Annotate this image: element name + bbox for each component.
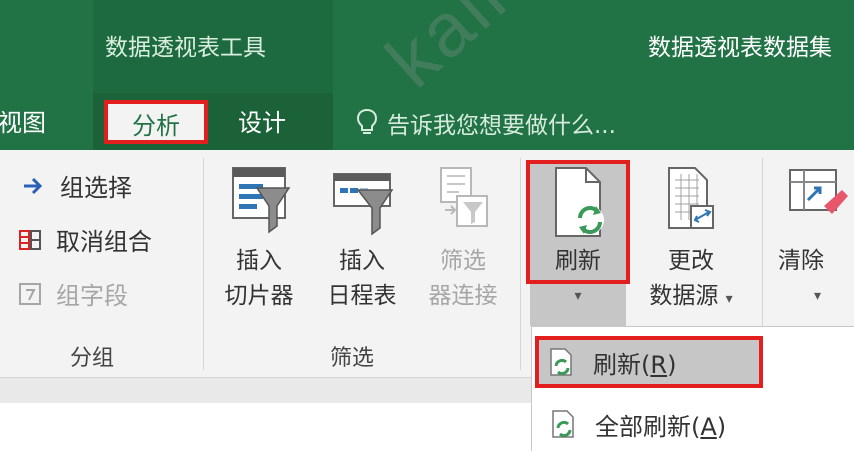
filter-connections-button[interactable]: 筛选 器连接 (414, 166, 512, 314)
group-field-button[interactable]: 组字段 (16, 276, 128, 311)
tab-view[interactable]: 视图 (0, 103, 46, 143)
filter-connections-line2: 器连接 (428, 283, 498, 309)
menu-item-refresh-label: 刷新(R) (593, 345, 676, 380)
insert-slicer-line1: 插入 (236, 248, 282, 274)
insert-slicer-button[interactable]: 插入 切片器 (214, 166, 304, 314)
group-selection-label: 组选择 (60, 174, 132, 202)
filter-section-label: 筛选 (330, 346, 375, 371)
ribbon-separator (520, 158, 521, 370)
refresh-all-icon (549, 409, 577, 439)
refresh-label: 刷新 (555, 248, 601, 274)
group-selection-button[interactable]: 组选择 (20, 168, 132, 203)
clear-icon (784, 166, 848, 238)
timeline-icon (330, 166, 394, 238)
group-section-label: 分组 (70, 346, 115, 371)
document-title: 数据透视表数据集 (648, 35, 832, 61)
menu-refresh-accel: R (650, 350, 668, 379)
chevron-down-icon: ▾ (725, 291, 733, 307)
ungroup-button[interactable]: 取消组合 (16, 222, 152, 257)
menu-item-refresh-all-label: 全部刷新(A) (595, 407, 726, 442)
refresh-icon (547, 347, 575, 377)
group-field-icon (16, 280, 44, 308)
change-source-icon (659, 166, 723, 238)
insert-timeline-line2: 日程表 (327, 283, 397, 309)
change-data-source-button[interactable]: 更改 数据源 ▾ (632, 166, 750, 317)
ribbon-separator (203, 158, 204, 370)
menu-refresh-suffix: ) (667, 350, 677, 379)
ungroup-label: 取消组合 (56, 228, 152, 256)
tell-me-text: 告诉我您想要做什么... (387, 113, 616, 139)
menu-refresh-prefix: 刷新( (593, 350, 651, 379)
tab-design[interactable]: 设计 (238, 103, 286, 143)
change-source-line2-wrap: 数据源 ▾ (632, 279, 750, 317)
filter-connections-icon (431, 166, 495, 238)
menu-refresh-all-prefix: 全部刷新( (595, 412, 701, 441)
ungroup-icon (16, 226, 44, 254)
chevron-down-icon: ▾ (574, 288, 582, 304)
refresh-document-icon (546, 166, 610, 238)
arrow-right-icon (20, 172, 48, 200)
filter-connections-line1: 筛选 (440, 248, 486, 274)
chevron-down-icon: ▾ (814, 288, 822, 304)
group-field-label: 组字段 (56, 282, 128, 310)
insert-slicer-line2: 切片器 (224, 283, 294, 309)
clear-button[interactable]: 清除 ▾ (778, 166, 854, 314)
tell-me-search[interactable]: 告诉我您想要做什么... (355, 103, 616, 143)
lightbulb-icon (356, 108, 378, 134)
insert-timeline-line1: 插入 (339, 248, 385, 274)
context-tools-title: 数据透视表工具 (105, 35, 266, 61)
change-source-line2: 数据源 (649, 283, 719, 309)
change-source-line1: 更改 (668, 248, 714, 274)
refresh-button[interactable]: 刷新 ▾ (530, 166, 626, 314)
tab-analyze[interactable]: 分析 (104, 100, 208, 144)
clear-label: 清除 (778, 248, 824, 274)
slicer-icon (227, 166, 291, 238)
menu-refresh-all-accel: A (700, 412, 717, 441)
menu-item-refresh[interactable]: 刷新(R) (535, 336, 763, 388)
insert-timeline-button[interactable]: 插入 日程表 (316, 166, 408, 314)
menu-refresh-all-suffix: ) (716, 412, 727, 441)
menu-item-refresh-all[interactable]: 全部刷新(A) (535, 398, 854, 450)
